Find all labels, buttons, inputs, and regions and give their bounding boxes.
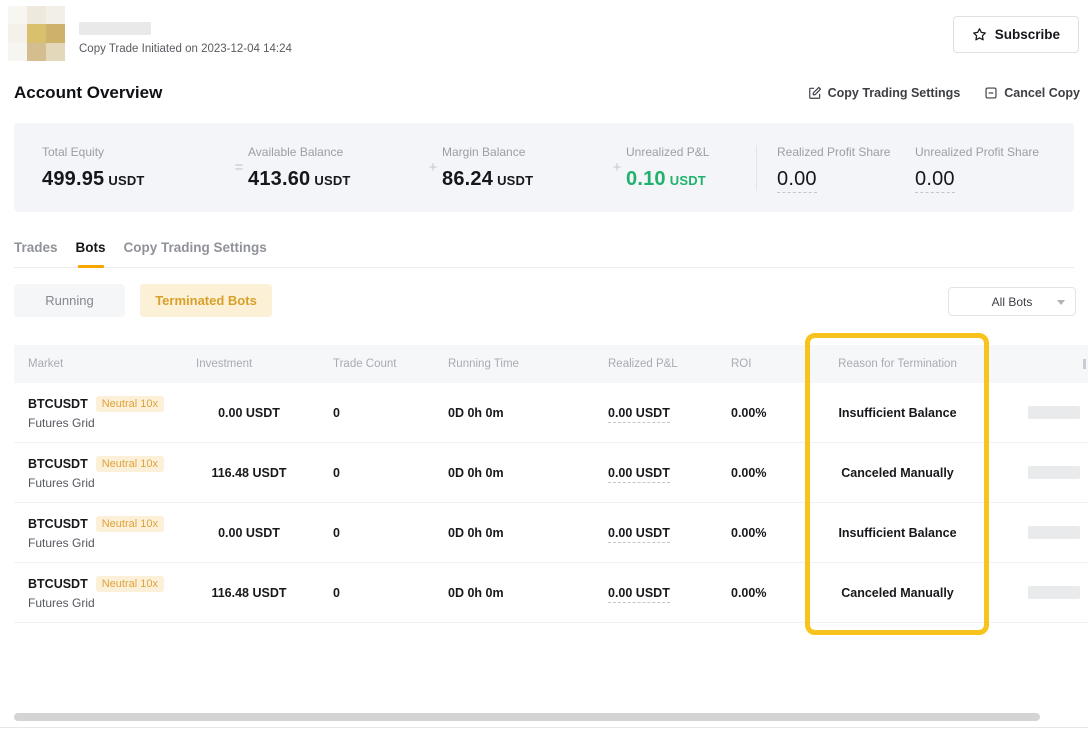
realized-pnl-cell: 0.00 USDT [590, 466, 700, 480]
termination-reason-cell: Insufficient Balance [800, 526, 995, 540]
market-cell: BTCUSDT Neutral 10x Futures Grid [14, 576, 180, 610]
column-header-roi: ROI [700, 358, 800, 370]
investment-cell: 0.00 USDT [180, 406, 320, 420]
stat-available-balance: Available Balance 413.60USDT [248, 145, 424, 191]
running-bots-button[interactable]: Running [14, 284, 125, 317]
column-header-investment: Investment [180, 358, 320, 370]
roi-cell: 0.00% [700, 526, 800, 540]
all-bots-selected-value: All Bots [992, 295, 1033, 309]
chevron-down-icon [1057, 300, 1065, 305]
leverage-badge: Neutral 10x [96, 516, 164, 532]
page-bottom-divider [0, 727, 1088, 728]
trader-name-blurred [79, 22, 151, 35]
cancel-copy-label: Cancel Copy [1004, 86, 1080, 100]
minus-square-icon [984, 86, 998, 100]
market-symbol: BTCUSDT [28, 457, 88, 471]
main-tabs: Trades Bots Copy Trading Settings [14, 240, 1074, 268]
tab-trades[interactable]: Trades [14, 240, 58, 267]
table-row: BTCUSDT Neutral 10x Futures Grid 0.00 US… [14, 383, 1088, 443]
table-row: BTCUSDT Neutral 10x Futures Grid 116.48 … [14, 443, 1088, 503]
trader-avatar [8, 6, 65, 61]
termination-reason-cell: Insufficient Balance [800, 406, 995, 420]
market-symbol: BTCUSDT [28, 517, 88, 531]
plus-operator: + [608, 159, 626, 176]
trade-count-cell: 0 [320, 466, 440, 480]
copy-trade-initiated-text: Copy Trade Initiated on 2023-12-04 14:24 [79, 43, 292, 55]
table-row: BTCUSDT Neutral 10x Futures Grid 116.48 … [14, 563, 1088, 623]
market-cell: BTCUSDT Neutral 10x Futures Grid [14, 456, 180, 490]
roi-cell: 0.00% [700, 406, 800, 420]
equals-operator: = [230, 159, 248, 176]
copy-trading-settings-button[interactable]: Copy Trading Settings [808, 86, 961, 100]
clipped-column-header [1083, 359, 1086, 369]
column-header-reason-for-termination: Reason for Termination [800, 358, 995, 370]
star-icon [972, 27, 987, 42]
realized-pnl-cell: 0.00 USDT [590, 526, 700, 540]
running-time-cell: 0D 0h 0m [440, 526, 590, 540]
terminated-bots-button[interactable]: Terminated Bots [140, 284, 272, 317]
stats-divider [756, 145, 757, 191]
trade-count-cell: 0 [320, 586, 440, 600]
realized-pnl-cell: 0.00 USDT [590, 406, 700, 420]
bot-type-label: Futures Grid [28, 596, 180, 610]
leverage-badge: Neutral 10x [96, 396, 164, 412]
action-cell [995, 406, 1088, 419]
leverage-badge: Neutral 10x [96, 456, 164, 472]
termination-reason-cell: Canceled Manually [800, 466, 995, 480]
bots-table-header: Market Investment Trade Count Running Ti… [14, 345, 1088, 383]
market-cell: BTCUSDT Neutral 10x Futures Grid [14, 396, 180, 430]
market-cell: BTCUSDT Neutral 10x Futures Grid [14, 516, 180, 550]
investment-cell: 116.48 USDT [180, 586, 320, 600]
plus-operator: + [424, 159, 442, 176]
table-body: BTCUSDT Neutral 10x Futures Grid 0.00 US… [14, 383, 1088, 623]
action-cell [995, 586, 1088, 599]
market-symbol: BTCUSDT [28, 397, 88, 411]
leverage-badge: Neutral 10x [96, 576, 164, 592]
trade-count-cell: 0 [320, 526, 440, 540]
investment-cell: 116.48 USDT [180, 466, 320, 480]
account-stats-panel: Total Equity 499.95USDT = Available Bala… [14, 123, 1074, 212]
blurred-action-link[interactable] [1028, 466, 1080, 479]
termination-reason-cell: Canceled Manually [800, 586, 995, 600]
trade-count-cell: 0 [320, 406, 440, 420]
column-header-realized-pnl: Realized P&L [590, 358, 700, 370]
roi-cell: 0.00% [700, 466, 800, 480]
column-header-trade-count: Trade Count [320, 358, 440, 370]
realized-pnl-cell: 0.00 USDT [590, 586, 700, 600]
blurred-action-link[interactable] [1028, 406, 1080, 419]
horizontal-scrollbar-thumb[interactable] [14, 713, 1040, 721]
stat-unrealized-profit-share: Unrealized Profit Share 0.00 [915, 145, 1039, 191]
bot-type-label: Futures Grid [28, 536, 180, 550]
tab-bots[interactable]: Bots [76, 240, 106, 267]
stat-realized-profit-share: Realized Profit Share 0.00 [777, 145, 915, 191]
table-row: BTCUSDT Neutral 10x Futures Grid 0.00 US… [14, 503, 1088, 563]
copy-trading-settings-label: Copy Trading Settings [828, 86, 961, 100]
investment-cell: 0.00 USDT [180, 526, 320, 540]
blurred-action-link[interactable] [1028, 586, 1080, 599]
subscribe-label: Subscribe [995, 27, 1060, 42]
copy-trading-account-page: Copy Trade Initiated on 2023-12-04 14:24… [0, 0, 1088, 733]
running-time-cell: 0D 0h 0m [440, 466, 590, 480]
stat-margin-balance: Margin Balance 86.24USDT [442, 145, 608, 191]
action-cell [995, 526, 1088, 539]
bot-type-label: Futures Grid [28, 416, 180, 430]
roi-cell: 0.00% [700, 586, 800, 600]
stat-total-equity: Total Equity 499.95USDT [42, 145, 230, 191]
stat-unrealized-pnl: Unrealized P&L 0.10USDT [626, 145, 736, 191]
cancel-copy-button[interactable]: Cancel Copy [984, 86, 1080, 100]
tab-copy-trading-settings[interactable]: Copy Trading Settings [124, 240, 267, 267]
all-bots-dropdown[interactable]: All Bots [948, 287, 1076, 316]
running-time-cell: 0D 0h 0m [440, 406, 590, 420]
column-header-market: Market [14, 358, 180, 370]
market-symbol: BTCUSDT [28, 577, 88, 591]
column-header-running-time: Running Time [440, 358, 590, 370]
running-time-cell: 0D 0h 0m [440, 586, 590, 600]
blurred-action-link[interactable] [1028, 526, 1080, 539]
bot-type-label: Futures Grid [28, 476, 180, 490]
subscribe-button[interactable]: Subscribe [953, 16, 1079, 53]
action-cell [995, 466, 1088, 479]
edit-icon [808, 86, 822, 100]
page-title: Account Overview [14, 83, 162, 103]
